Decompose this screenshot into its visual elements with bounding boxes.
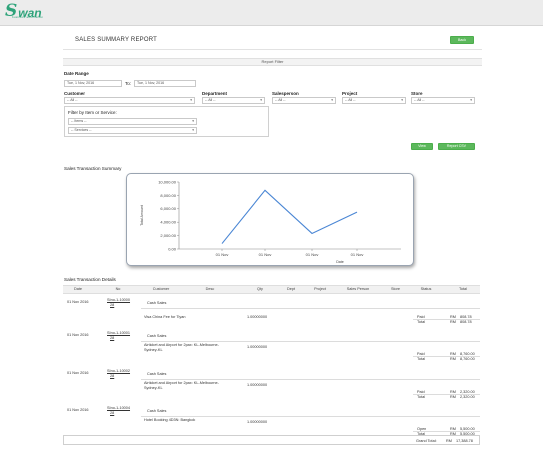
- department-select[interactable]: -- All --: [202, 97, 265, 104]
- x-tick-label: 01 Nov: [351, 252, 364, 257]
- row-customer: Cash Sales: [147, 301, 167, 305]
- sales-summary-chart: 10,000.00 8,000.00 6,000.00 4,000.00 2,000.0…: [126, 173, 414, 266]
- items-select[interactable]: -- Items --: [68, 118, 197, 125]
- customer-select[interactable]: -- All --: [64, 97, 195, 104]
- date-to-label: To:: [125, 81, 132, 86]
- y-tick-label: 0.00: [168, 246, 177, 251]
- project-label: Project: [342, 91, 358, 96]
- customer-label: Customer: [64, 91, 86, 96]
- row-total-currency: RM: [450, 320, 456, 324]
- row-invoice-link[interactable]: SIno-1-10000: [107, 298, 130, 302]
- column-header-total: Total: [458, 287, 468, 291]
- top-bar: S wan business automation: [0, 0, 543, 26]
- y-tick-label: 8,000.00: [160, 193, 176, 198]
- row-invoice-link[interactable]: SIno-1-10001: [107, 331, 130, 335]
- row-date: 01 Nov 2016: [67, 371, 89, 375]
- row-date: 01 Nov 2016: [67, 408, 89, 412]
- column-header-dept: Dept: [286, 287, 296, 291]
- row-total-label: Total: [417, 357, 426, 361]
- x-tick-label: 01 Nov: [306, 252, 319, 257]
- date-range-label: Date Range: [64, 71, 89, 76]
- row-date: 01 Nov 2016: [67, 300, 89, 304]
- report-csv-button[interactable]: Report CSV: [438, 143, 475, 150]
- report-filter-heading: Report Filter: [63, 58, 482, 66]
- column-header-project: Project: [314, 287, 326, 291]
- summary-heading: Sales Transaction Summary: [64, 166, 122, 171]
- grand-total-currency: RM: [446, 439, 452, 443]
- page-title: SALES SUMMARY REPORT: [75, 37, 158, 43]
- row-invoice-suffix[interactable]: 28: [110, 336, 114, 340]
- salesperson-select[interactable]: -- All --: [272, 97, 336, 104]
- column-header-store: Store: [390, 287, 401, 291]
- row-customer: Cash Sales: [147, 334, 167, 338]
- logo-tagline: business automation: [12, 15, 44, 19]
- row-total: 2,320.00: [460, 395, 475, 399]
- row-customer: Cash Sales: [147, 409, 167, 413]
- item-service-filter-box: Filter by Item or Service: -- Items -- -…: [64, 106, 269, 137]
- row-customer: Cash Sales: [147, 372, 167, 376]
- column-header-no: No: [115, 287, 121, 291]
- row-date: 01 Nov 2016: [67, 333, 89, 337]
- series-line: [221, 189, 358, 244]
- row-invoice-link[interactable]: SIno-1-10004: [107, 406, 130, 410]
- grand-total-label: Grand Total:: [416, 439, 437, 443]
- row-divider: [141, 308, 480, 309]
- y-axis-label: Total Amount: [140, 205, 144, 226]
- x-tick-label: 01 Nov: [259, 252, 272, 257]
- column-header-qty: Qty: [257, 287, 263, 291]
- x-axis-label: Date: [336, 260, 344, 264]
- column-header-sales-person: Sales Person: [346, 287, 370, 291]
- row-total: 808.78: [460, 320, 472, 324]
- x-tick-label: 01 Nov: [216, 252, 229, 257]
- item-service-label: Filter by Item or Service:: [68, 110, 117, 115]
- row-description: Airticket and Airport for 2pax: KL-Melbo…: [144, 381, 219, 390]
- total-divider: [413, 394, 480, 395]
- row-total-label: Total: [417, 320, 426, 324]
- row-description: Hotel Booking 4D3N: Bangkok: [144, 418, 196, 422]
- row-divider: [141, 416, 480, 417]
- row-divider: [141, 341, 480, 342]
- grand-total-value: 17,388.78: [456, 439, 473, 443]
- column-header-date: Date: [73, 287, 83, 291]
- row-invoice-link[interactable]: SIno-1-10002: [107, 369, 130, 373]
- details-heading: Sales Transaction Details: [64, 277, 116, 282]
- grand-total-bar: Grand Total: RM 17,388.78: [63, 435, 480, 445]
- view-button[interactable]: View: [411, 143, 433, 150]
- y-tick-label: 4,000.00: [160, 220, 176, 225]
- row-total-label: Total: [417, 395, 426, 399]
- services-select[interactable]: -- Services --: [68, 127, 197, 134]
- back-button[interactable]: Back: [450, 36, 474, 44]
- row-qty: 1.00000000: [247, 420, 268, 424]
- y-tick-label: 6,000.00: [160, 206, 176, 211]
- date-from-field[interactable]: Tue, 1 Nov, 2016: [64, 80, 122, 87]
- store-label: Store: [411, 91, 423, 96]
- total-divider: [413, 356, 480, 357]
- column-header-customer: Customer: [152, 287, 170, 291]
- row-total: 8,760.00: [460, 357, 475, 361]
- row-qty: 1.00000000: [247, 383, 268, 387]
- row-divider: [141, 379, 480, 380]
- chart-svg: 10,000.00 8,000.00 6,000.00 4,000.00 2,000.0…: [140, 179, 401, 264]
- store-select[interactable]: -- All --: [411, 97, 475, 104]
- y-tick-label: 2,000.00: [160, 233, 176, 238]
- row-invoice-suffix[interactable]: 28: [110, 303, 114, 307]
- row-invoice-suffix[interactable]: 28: [110, 374, 114, 378]
- column-header-desc: Desc: [205, 287, 215, 291]
- salesperson-label: Salesperson: [272, 91, 299, 96]
- row-qty: 1.00000000: [247, 315, 268, 319]
- date-to-field[interactable]: Tue, 1 Nov, 2016: [134, 80, 196, 87]
- row-description: Airticket and Airport for 2pax: KL-Melbo…: [144, 343, 219, 352]
- row-total-currency: RM: [450, 357, 456, 361]
- column-header-status: Status: [420, 287, 432, 291]
- row-invoice-suffix[interactable]: 28: [110, 411, 114, 415]
- report-header: SALES SUMMARY REPORT Back: [63, 32, 482, 50]
- row-description: Visa China Fee for Tiyan: [144, 315, 186, 319]
- total-divider: [413, 431, 480, 432]
- department-label: Department: [202, 91, 228, 96]
- row-total-currency: RM: [450, 395, 456, 399]
- row-qty: 1.00000000: [247, 345, 268, 349]
- project-select[interactable]: -- All --: [342, 97, 406, 104]
- total-divider: [413, 319, 480, 320]
- y-tick-label: 10,000.00: [158, 179, 177, 184]
